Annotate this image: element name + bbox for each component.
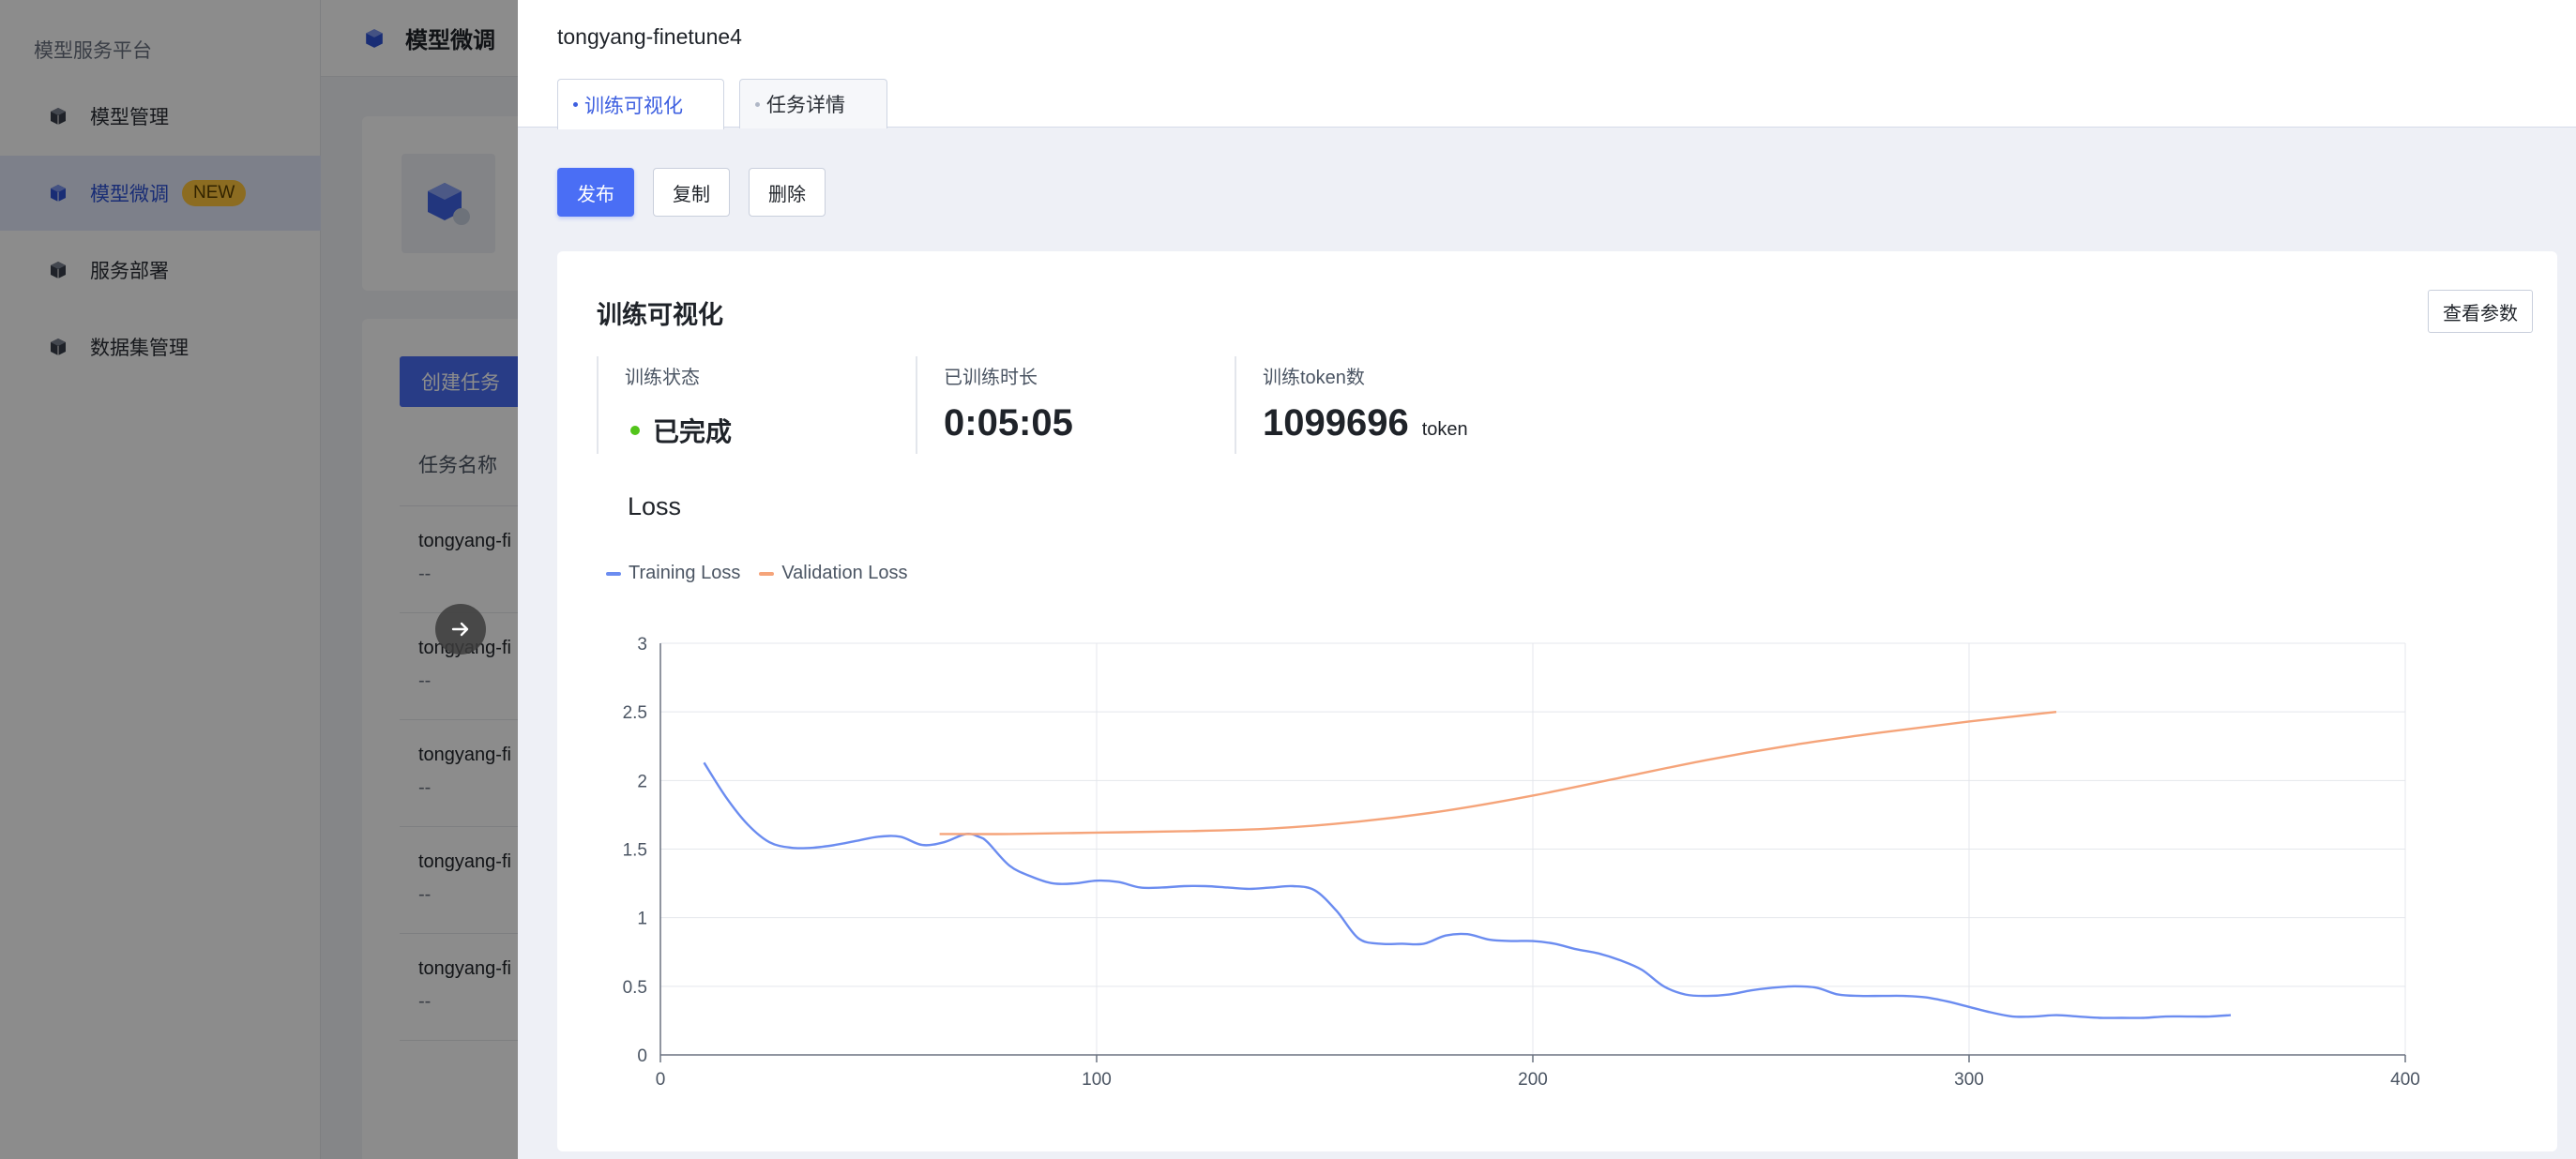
y-tick-label: 2	[637, 772, 647, 791]
y-tick-label: 0	[637, 1046, 647, 1066]
training-visualization-panel: 训练可视化 查看参数 训练状态 已完成 已训练时长 0:05:05 训练toke…	[557, 251, 2557, 1151]
x-tick-label: 300	[1954, 1070, 1984, 1090]
copy-button[interactable]: 复制	[653, 168, 730, 217]
tab-label: 训练可视化	[584, 95, 683, 117]
delete-button[interactable]: 删除	[749, 168, 826, 217]
y-tick-label: 0.5	[623, 978, 647, 998]
x-tick-label: 0	[656, 1070, 666, 1090]
tab-training-visualization[interactable]: 训练可视化	[557, 79, 724, 129]
x-tick-label: 100	[1082, 1070, 1112, 1090]
collapse-drawer-button[interactable]	[435, 604, 486, 655]
publish-button[interactable]: 发布	[557, 168, 634, 217]
x-tick-label: 200	[1518, 1070, 1548, 1090]
arrow-right-icon	[451, 622, 469, 637]
y-tick-label: 1	[637, 910, 647, 929]
tab-dot-icon	[573, 102, 578, 107]
series-line-validation-loss	[939, 710, 2057, 835]
tab-task-details[interactable]: 任务详情	[739, 79, 887, 128]
series-line-training-loss	[703, 761, 2232, 1019]
tab-dot-icon	[755, 102, 760, 107]
y-tick-label: 3	[637, 635, 647, 655]
tab-label: 任务详情	[766, 95, 845, 116]
x-tick-label: 400	[2390, 1070, 2420, 1090]
drawer-title: tongyang-finetune4	[557, 24, 742, 49]
loss-chart: 0 0.5 1 1.5 2 2.5 3 0 100 200 300 400	[623, 635, 2420, 1090]
y-tick-label: 1.5	[623, 841, 647, 861]
task-detail-drawer: tongyang-finetune4 训练可视化 任务详情 发布 复制 删除 训…	[518, 0, 2576, 1159]
y-tick-label: 2.5	[623, 703, 647, 723]
drawer-header: tongyang-finetune4 训练可视化 任务详情	[518, 0, 2576, 129]
